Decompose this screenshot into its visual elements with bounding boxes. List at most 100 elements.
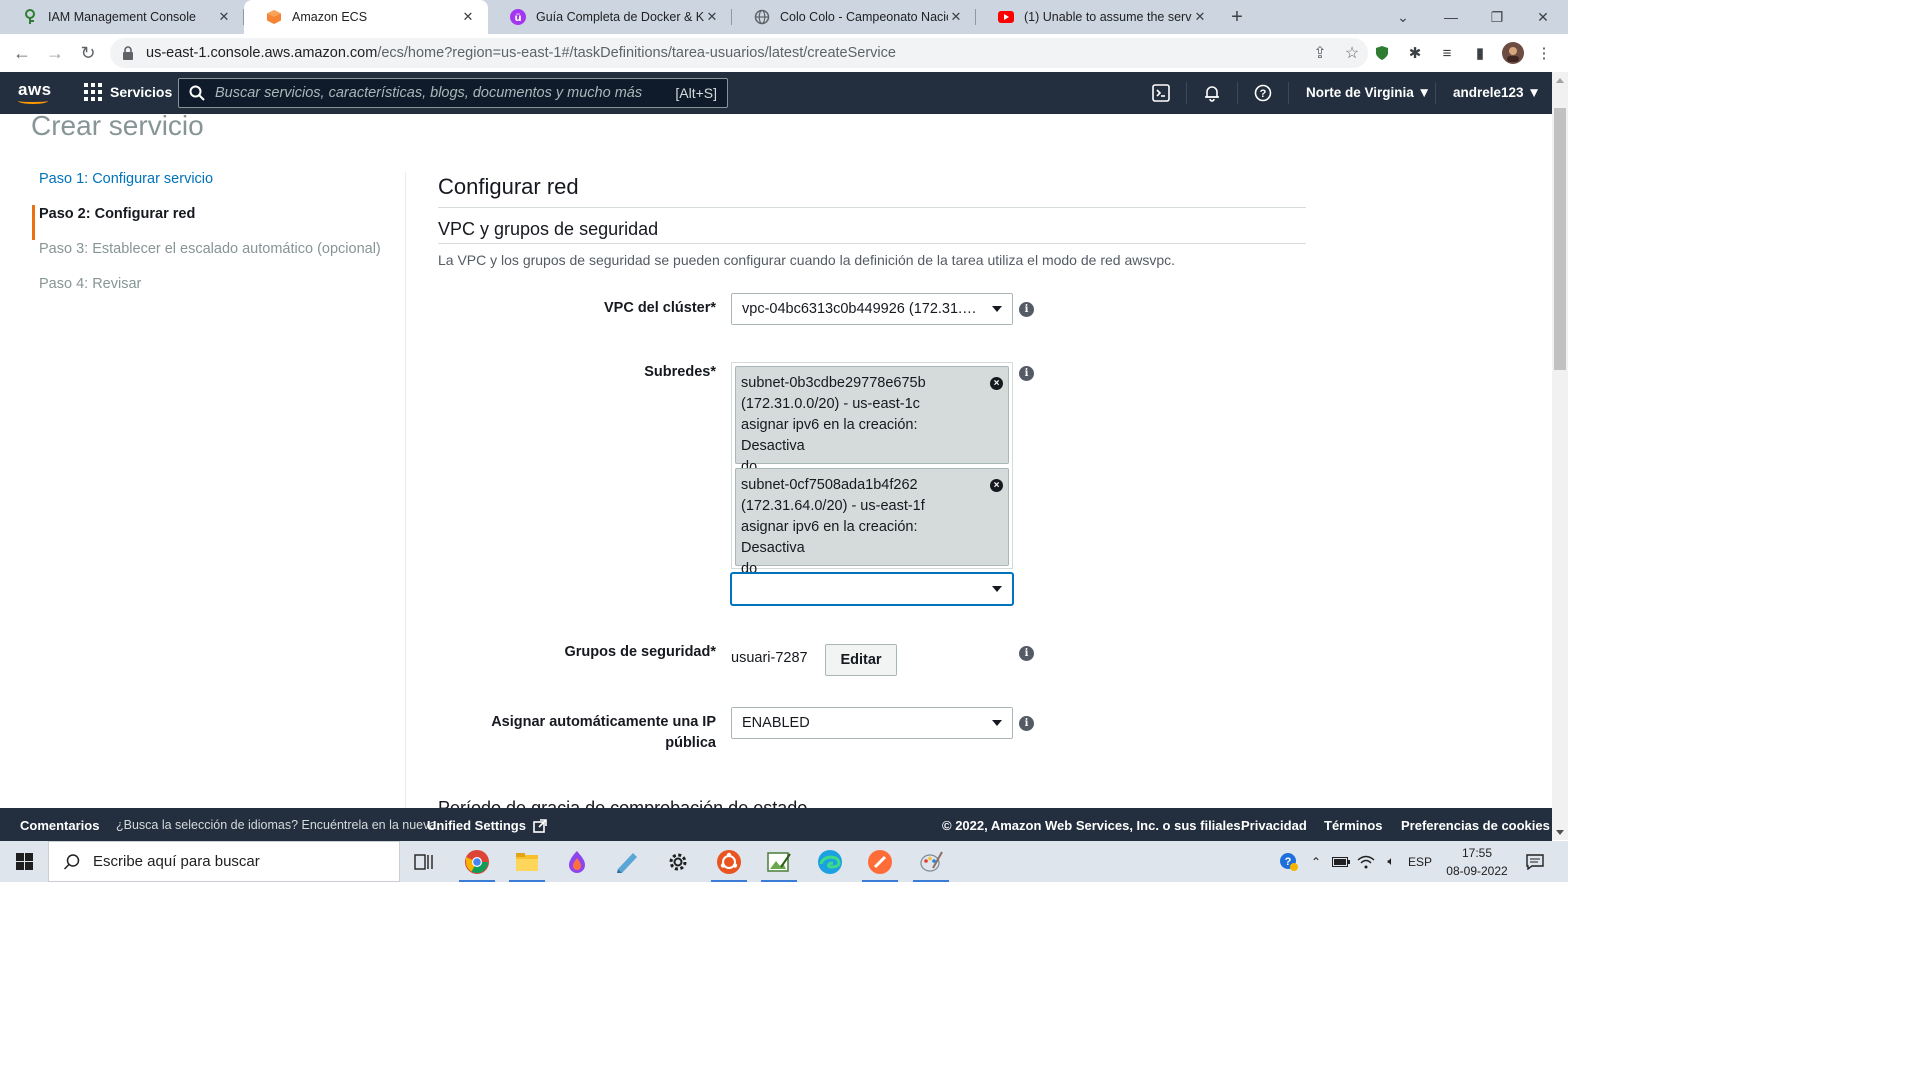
help-tray-icon[interactable]: ?: [1276, 841, 1302, 882]
image-editor-icon[interactable]: [755, 841, 803, 882]
windows-start-button[interactable]: [0, 841, 48, 882]
feedback-link[interactable]: Comentarios: [20, 818, 99, 833]
next-section-heading: Período de gracia de comprobación de est…: [438, 798, 808, 808]
remove-subnet-icon[interactable]: ×: [990, 479, 1003, 492]
bookmark-star-icon[interactable]: ☆: [1336, 43, 1368, 63]
settings-gear-icon[interactable]: [654, 841, 702, 882]
wifi-icon[interactable]: [1355, 841, 1377, 882]
section-description: La VPC y los grupos de seguridad se pued…: [438, 252, 1176, 268]
copyright: © 2022, Amazon Web Services, Inc. o sus …: [942, 818, 1245, 833]
show-hidden-icons-icon[interactable]: ⌃: [1306, 841, 1326, 882]
input-language[interactable]: ESP: [1405, 841, 1435, 882]
info-icon[interactable]: i: [1019, 302, 1034, 317]
subnet-add-select[interactable]: [731, 573, 1013, 605]
divider: [438, 207, 1306, 208]
tab-title: IAM Management Console: [48, 10, 196, 24]
step-3-disabled: Paso 3: Establecer el escalado automátic…: [39, 241, 381, 257]
browser-menu-icon[interactable]: ⋮: [1533, 42, 1555, 64]
vpc-select[interactable]: vpc-04bc6313c0b449926 (172.31.…: [731, 293, 1013, 325]
browser-tab-docker[interactable]: ü Guía Completa de Docker & Kub ✕: [488, 0, 732, 34]
scroll-down-icon[interactable]: [1556, 830, 1564, 835]
public-ip-select[interactable]: ENABLED: [731, 707, 1013, 739]
notifications-bell-icon[interactable]: [1201, 82, 1223, 104]
windows-logo-icon: [15, 853, 33, 870]
subnets-label: Subredes*: [644, 364, 716, 380]
browser-tab-ecs[interactable]: Amazon ECS ✕: [244, 0, 488, 34]
side-panel-icon[interactable]: ▮: [1469, 42, 1491, 64]
aws-search-input[interactable]: Buscar servicios, características, blogs…: [178, 78, 728, 108]
region-selector[interactable]: Norte de Virginia ▼: [1306, 85, 1431, 100]
firefox-dev-icon[interactable]: [553, 841, 601, 882]
close-tab-icon[interactable]: ✕: [1192, 9, 1208, 25]
page-title: Crear servicio: [31, 114, 204, 141]
address-bar[interactable]: us-east-1.console.aws.amazon.com/ecs/hom…: [110, 38, 1368, 68]
paint-app-icon[interactable]: [907, 841, 955, 882]
public-ip-label: Asignar automáticamente una IP pública: [491, 714, 716, 751]
volume-icon[interactable]: 🔈︎: [1380, 841, 1402, 882]
info-icon[interactable]: i: [1019, 366, 1034, 381]
task-view-icon[interactable]: [400, 841, 448, 882]
browser-tab-colocolo[interactable]: Colo Colo - Campeonato Nacion ✕: [732, 0, 976, 34]
battery-icon[interactable]: [1330, 841, 1352, 882]
cookie-preferences-link[interactable]: Preferencias de cookies: [1401, 818, 1550, 833]
media-control-icon[interactable]: ≡: [1436, 42, 1458, 64]
edge-browser-icon[interactable]: [806, 841, 854, 882]
page-scrollbar[interactable]: [1552, 72, 1568, 840]
close-tab-icon[interactable]: ✕: [704, 9, 720, 25]
terms-link[interactable]: Términos: [1324, 818, 1383, 833]
browser-tab-youtube[interactable]: (1) Unable to assume the service ✕: [976, 0, 1220, 34]
extension-shield-icon[interactable]: [1371, 42, 1393, 64]
language-prompt: ¿Busca la selección de idiomas? Encuéntr…: [116, 818, 437, 832]
chrome-taskbar-icon[interactable]: [453, 841, 501, 882]
caret-down-icon: ▼: [1527, 85, 1541, 100]
file-explorer-icon[interactable]: [503, 841, 551, 882]
cloudshell-icon[interactable]: [1150, 82, 1172, 104]
unified-settings-link[interactable]: Unified Settings: [427, 818, 547, 833]
account-menu[interactable]: andrele123 ▼: [1453, 85, 1541, 100]
close-tab-icon[interactable]: ✕: [216, 9, 232, 25]
back-icon[interactable]: ←: [5, 36, 39, 70]
key-icon: [22, 9, 38, 25]
new-tab-button[interactable]: +: [1220, 0, 1254, 34]
services-menu-button[interactable]: Servicios: [84, 83, 172, 101]
caret-down-icon: [992, 306, 1002, 312]
windows-search-input[interactable]: Escribe aquí para buscar: [48, 841, 400, 882]
privacy-link[interactable]: Privacidad: [1241, 818, 1307, 833]
browser-tab-iam[interactable]: IAM Management Console ✕: [0, 0, 244, 34]
restore-window-icon[interactable]: ❐: [1474, 0, 1520, 34]
vpc-label: VPC del clúster*: [603, 300, 716, 316]
forward-icon[interactable]: →: [38, 36, 72, 70]
subsection-title: VPC y grupos de seguridad: [438, 219, 659, 239]
close-window-icon[interactable]: ✕: [1520, 0, 1566, 34]
scroll-up-icon[interactable]: [1556, 78, 1564, 83]
info-icon[interactable]: i: [1019, 716, 1034, 731]
system-clock[interactable]: 17:55 08-09-2022: [1438, 844, 1516, 880]
tab-title: Guía Completa de Docker & Kub: [536, 10, 704, 24]
step-1-link[interactable]: Paso 1: Configurar servicio: [32, 170, 392, 205]
minimize-window-icon[interactable]: —: [1428, 0, 1474, 34]
edit-security-groups-button[interactable]: Editar: [825, 644, 897, 676]
section-title: Configurar red: [438, 174, 579, 199]
close-tab-icon[interactable]: ✕: [948, 9, 964, 25]
info-icon[interactable]: i: [1019, 646, 1034, 661]
svg-text:ü: ü: [514, 13, 521, 24]
divider: [405, 172, 406, 808]
wizard-steps: Paso 1: Configurar servicio Paso 2: Conf…: [32, 170, 392, 310]
postman-icon[interactable]: [856, 841, 904, 882]
ubuntu-icon[interactable]: [705, 841, 753, 882]
notification-center-icon[interactable]: [1522, 841, 1548, 882]
extensions-puzzle-icon[interactable]: ✱: [1404, 42, 1426, 64]
share-icon[interactable]: ⇪: [1304, 43, 1336, 63]
remove-subnet-icon[interactable]: ×: [990, 377, 1003, 390]
notepad-app-icon[interactable]: [603, 841, 651, 882]
svg-text:?: ?: [1260, 88, 1267, 100]
close-tab-icon[interactable]: ✕: [460, 9, 476, 25]
aws-logo[interactable]: aws: [18, 80, 52, 104]
caret-down-icon: ▼: [1417, 85, 1431, 100]
tab-search-icon[interactable]: ⌄: [1380, 0, 1426, 34]
public-ip-value: ENABLED: [742, 715, 810, 731]
scrollbar-thumb[interactable]: [1554, 108, 1566, 370]
reload-icon[interactable]: ↻: [71, 36, 105, 70]
help-icon[interactable]: ?: [1252, 82, 1274, 104]
profile-avatar[interactable]: [1502, 42, 1524, 64]
